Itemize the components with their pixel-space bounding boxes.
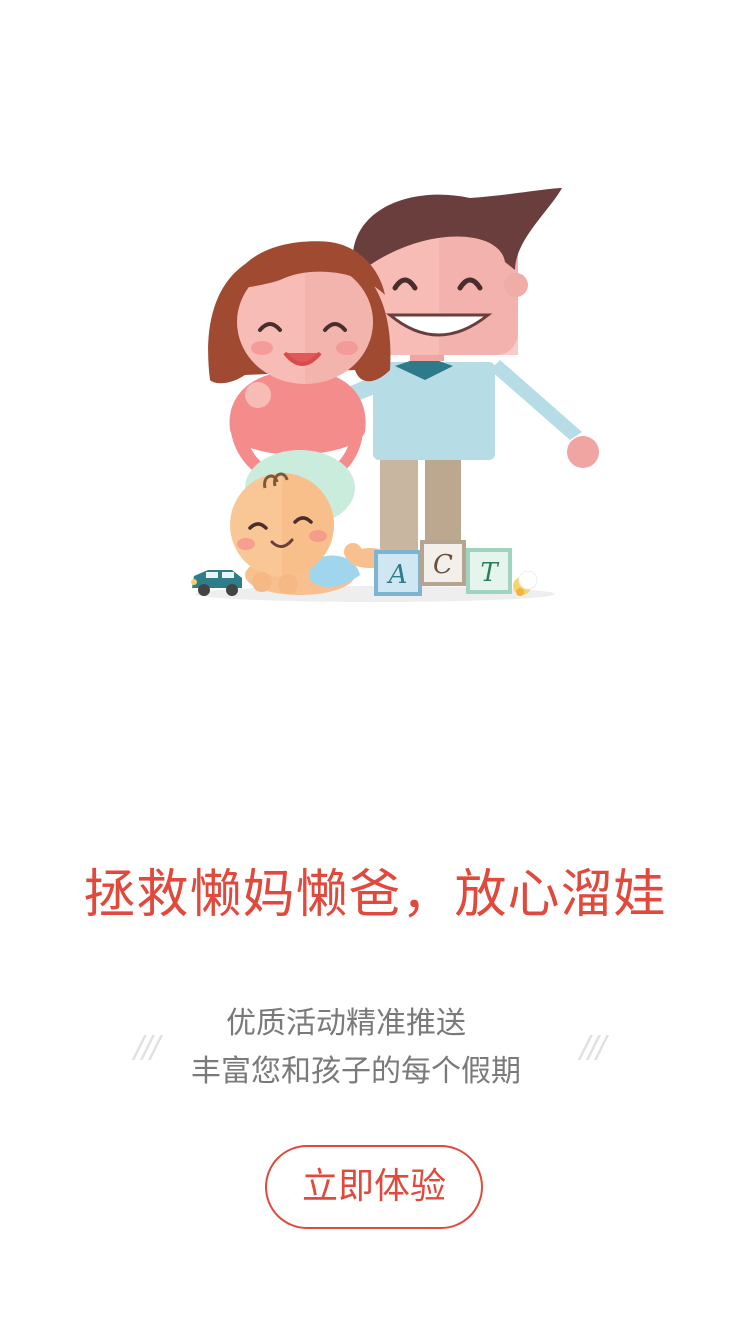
letter-block-a: A xyxy=(374,550,422,596)
letter-block-t: T xyxy=(466,548,512,594)
block-letter-a: A xyxy=(387,560,408,590)
subtitle-line-1: 优质活动精准推送 xyxy=(226,1006,466,1041)
baby-figure xyxy=(230,472,392,595)
right-slash-decoration: /// xyxy=(580,1030,606,1065)
block-letter-c: C xyxy=(433,550,453,580)
left-slash-decoration: /// xyxy=(134,1030,160,1065)
letter-block-c: C xyxy=(420,540,466,586)
try-now-button[interactable]: 立即体验 xyxy=(265,1145,483,1229)
subtitle-line-2: 丰富您和孩子的每个假期 xyxy=(191,1054,521,1089)
headline: 拯救懒妈懒爸，放心溜娃 xyxy=(83,865,667,925)
family-illustration: A C T xyxy=(170,170,610,610)
block-letter-t: T xyxy=(480,558,499,588)
